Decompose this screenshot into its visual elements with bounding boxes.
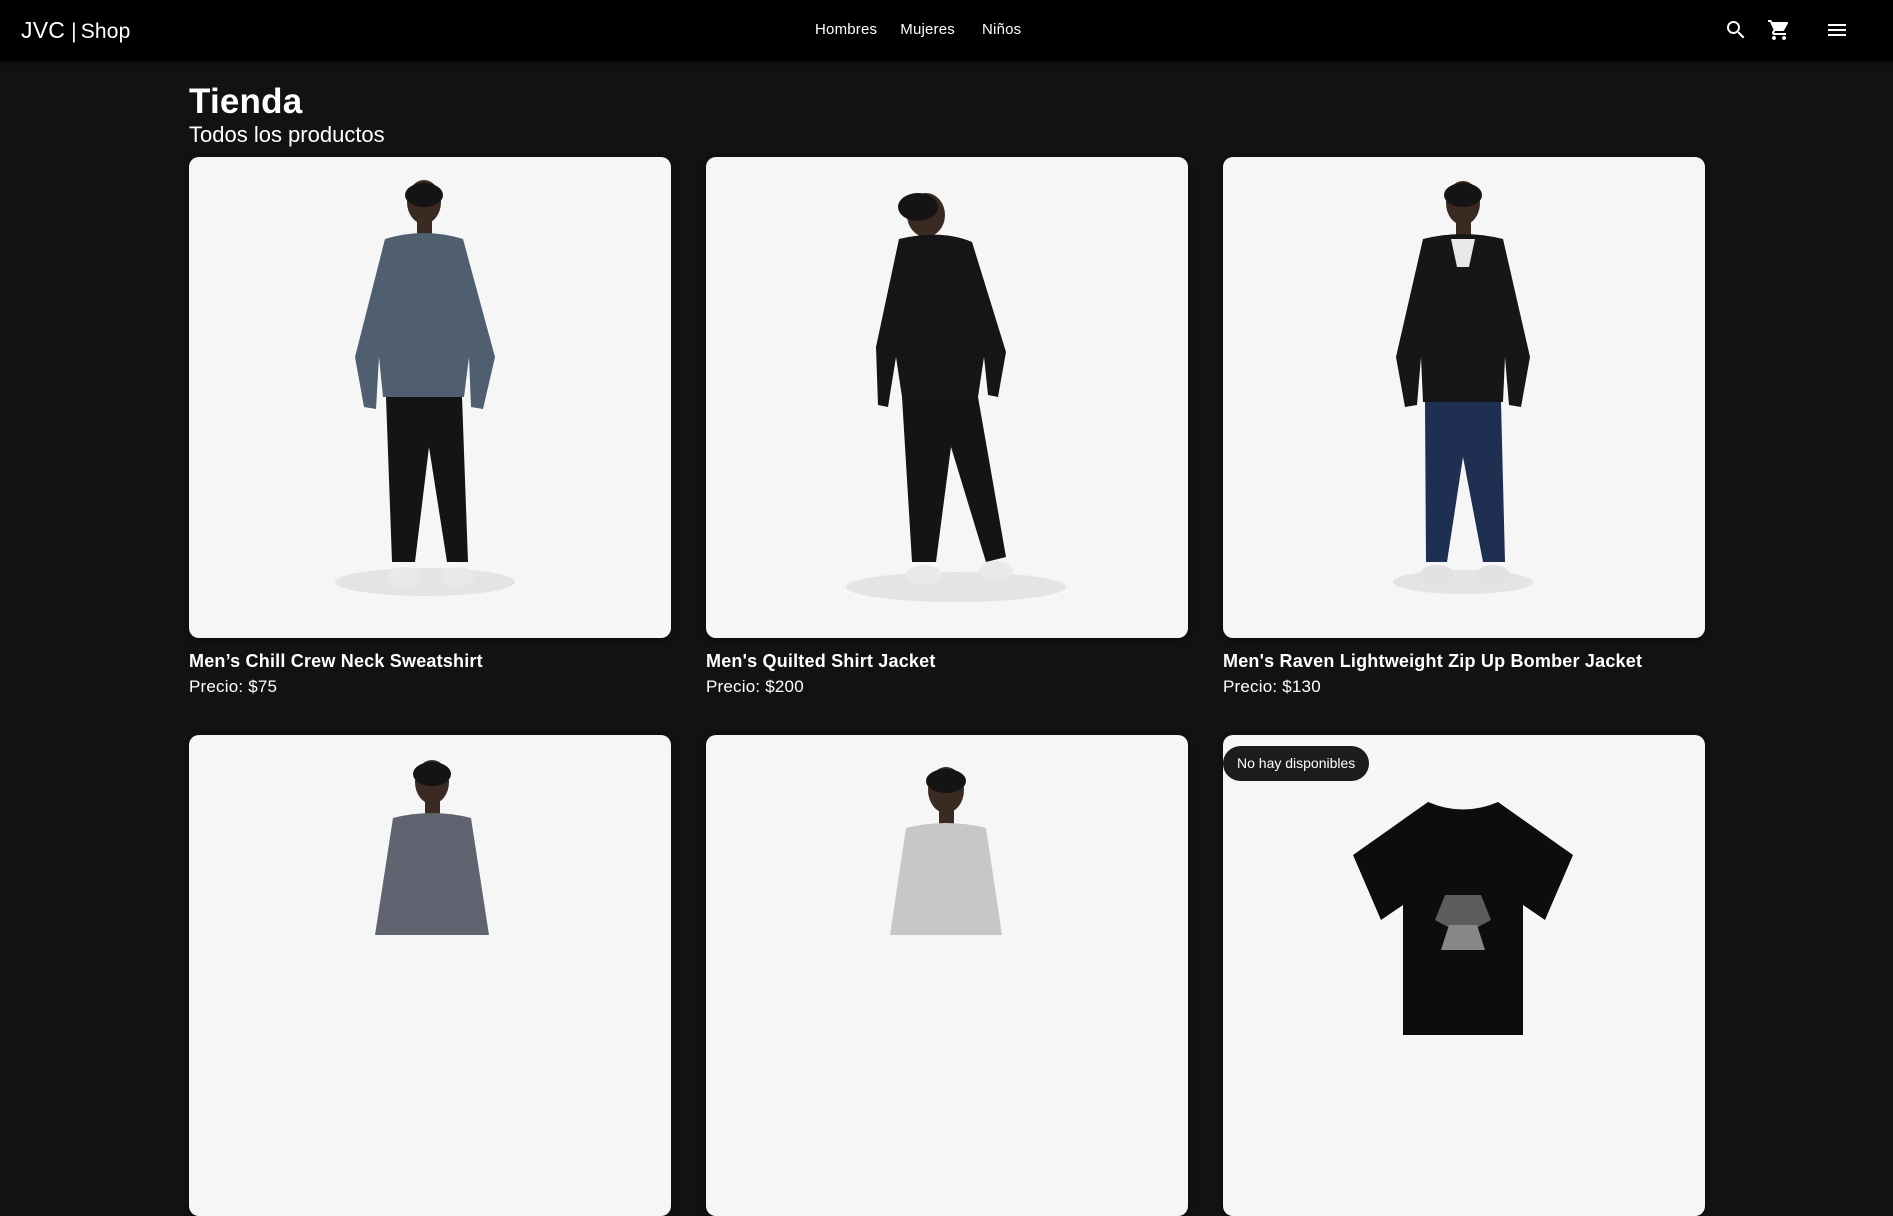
cart-icon — [1768, 20, 1789, 40]
model-figure — [846, 193, 1066, 602]
product-image[interactable] — [1223, 157, 1705, 638]
product-card[interactable] — [706, 735, 1188, 1216]
product-name[interactable]: Men’s Chill Crew Neck Sweatshirt — [189, 649, 483, 673]
model-figure — [335, 180, 515, 596]
nav-link-mujeres[interactable]: Mujeres — [900, 20, 955, 40]
product-card[interactable]: Men’s Chill Crew Neck Sweatshirt Precio:… — [189, 157, 671, 696]
product-name[interactable]: Men's Raven Lightweight Zip Up Bomber Ja… — [1223, 649, 1642, 673]
model-figure — [375, 760, 489, 935]
main-nav: Hombres Mujeres Niños — [815, 20, 1021, 40]
product-image[interactable] — [189, 157, 671, 638]
product-card[interactable] — [189, 735, 671, 1216]
search-button[interactable] — [1723, 17, 1749, 43]
menu-icon — [1828, 24, 1846, 36]
product-photo — [1223, 157, 1705, 638]
search-icon — [1727, 21, 1745, 39]
out-of-stock-badge: No hay disponibles — [1223, 746, 1370, 781]
product-photo — [189, 735, 671, 1216]
product-price: Precio: $200 — [706, 677, 804, 696]
product-photo — [1223, 735, 1705, 1216]
product-photo — [706, 735, 1188, 1216]
product-photo — [189, 157, 671, 638]
product-price: Precio: $75 — [189, 677, 278, 696]
product-image[interactable]: No hay disponibles — [1223, 735, 1705, 1216]
product-photo — [706, 157, 1188, 638]
top-app-bar: JVC | Shop Hombres Mujeres Niños — [0, 0, 1893, 61]
product-card[interactable]: No hay disponibles — [1223, 735, 1705, 1216]
tshirt-figure — [1353, 802, 1573, 1035]
page-title: Tienda — [189, 82, 303, 121]
page-subtitle: Todos los productos — [189, 122, 385, 147]
product-price: Precio: $130 — [1223, 677, 1321, 696]
product-name[interactable]: Men's Quilted Shirt Jacket — [706, 649, 936, 673]
product-card[interactable]: Men's Raven Lightweight Zip Up Bomber Ja… — [1223, 157, 1705, 696]
product-image[interactable] — [189, 735, 671, 1216]
product-image[interactable] — [706, 157, 1188, 638]
brand-name: JVC — [21, 17, 66, 43]
product-image[interactable] — [706, 735, 1188, 1216]
cart-button[interactable] — [1766, 17, 1792, 43]
nav-link-ninos[interactable]: Niños — [982, 20, 1021, 40]
nav-link-hombres[interactable]: Hombres — [815, 20, 877, 40]
shop-main: Tienda Todos los productos Men’s Chill C… — [189, 61, 1705, 1216]
brand-subtitle: Shop — [80, 20, 131, 43]
model-figure — [1393, 181, 1533, 594]
product-card[interactable]: Men's Quilted Shirt Jacket Precio: $200 — [706, 157, 1188, 696]
menu-button[interactable] — [1824, 17, 1850, 43]
model-figure — [890, 767, 1002, 935]
brand-separator: | — [71, 20, 77, 43]
brand-logo[interactable]: JVC | Shop — [21, 16, 131, 46]
